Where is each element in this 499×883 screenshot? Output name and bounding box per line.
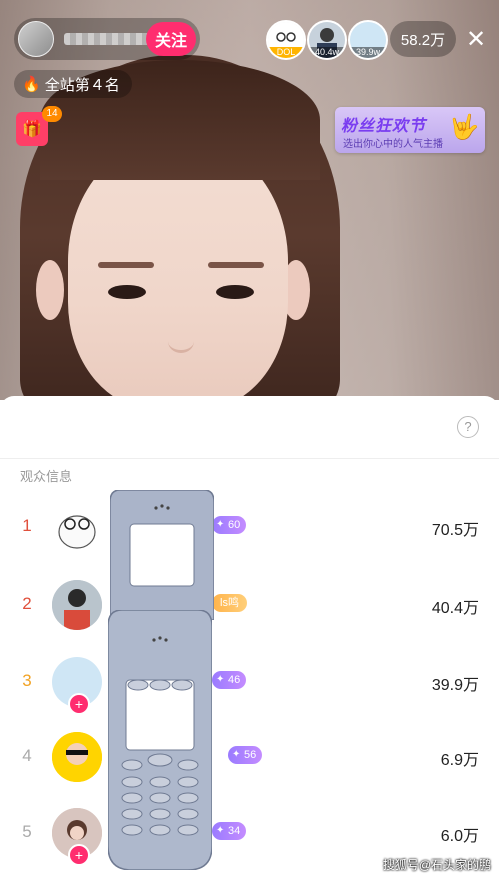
anchor-name-blurred [64, 33, 154, 45]
online-count[interactable]: 58.2万 [390, 21, 456, 57]
audience-row[interactable]: 2 ls鸣 40.4万 [0, 570, 499, 640]
top-viewer-avatar-1[interactable]: DOL [266, 20, 306, 60]
fan-festival-banner[interactable]: 粉丝狂欢节 选出你心中的人气主播 🤟 [335, 107, 485, 153]
contribution-value: 6.9万 [440, 752, 479, 769]
section-title: 观众信息 [20, 469, 73, 484]
contribution-value: 6.0万 [440, 828, 479, 845]
phone-shell-top [110, 490, 214, 620]
rank-number: 1 [22, 516, 32, 535]
divider [0, 458, 499, 459]
eyebrow-left [98, 262, 154, 268]
banner-title: 粉丝狂欢节 [341, 118, 427, 135]
rank-badge-label: 全站第４名 [44, 76, 120, 94]
top-viewer-avatar-2[interactable]: 40.4w [307, 20, 347, 60]
fire-icon: 🔥 [22, 76, 41, 93]
level-badge: 34 [212, 822, 247, 840]
add-friend-button[interactable]: + [68, 693, 90, 715]
contribution-value: 70.5万 [431, 522, 479, 539]
level-badge: 56 [228, 746, 263, 764]
level-badge: 46 [212, 671, 247, 689]
audience-row[interactable]: 3 + 46 39.9万 [0, 647, 499, 717]
level-badge: 60 [212, 516, 247, 534]
follow-button[interactable]: 关注 [146, 22, 196, 56]
close-icon[interactable]: ✕ [466, 28, 486, 52]
fan-club-badge: ls鸣 [212, 594, 247, 612]
add-friend-button[interactable]: + [68, 844, 90, 866]
audience-row[interactable]: 4 56 6.9万 [0, 722, 499, 792]
question-icon[interactable]: ? [457, 416, 479, 438]
audience-panel: ? 观众信息 1 60 70.5万 2 ls鸣 40.4万 3 + 46 39.… [0, 396, 499, 883]
top-viewer-count: 40.4w [309, 47, 345, 58]
top-viewer-avatar-3[interactable]: 39.9w [348, 20, 388, 60]
gift-badge-count: 14 [42, 106, 62, 122]
anchor-avatar[interactable] [18, 21, 54, 57]
rank-number: 3 [22, 671, 32, 690]
eyebrow-right [208, 262, 264, 268]
nose [168, 330, 194, 353]
banner-subtitle: 选出你心中的人气主播 [343, 139, 443, 150]
user-avatar[interactable] [52, 580, 102, 630]
hand-gesture-icon: 🤟 [449, 114, 479, 141]
user-avatar[interactable] [52, 502, 102, 552]
rank-number: 2 [22, 594, 32, 613]
top-viewer-tag: DOL [268, 47, 304, 58]
contribution-value: 39.9万 [431, 677, 479, 694]
streamer-ear-left [36, 260, 64, 320]
user-avatar[interactable] [52, 732, 102, 782]
rank-number: 4 [22, 746, 32, 765]
rank-badge[interactable]: 🔥 全站第４名 [14, 70, 132, 98]
rank-number: 5 [22, 822, 32, 841]
phone-shell-bottom [108, 610, 212, 870]
live-video: 关注 DOL 40.4w 39.9w 58.2万 ✕ 🔥 全站第４名 🎁 14 … [0, 0, 499, 400]
anchor-info[interactable]: 关注 [14, 18, 200, 60]
eye-right [216, 285, 254, 299]
contribution-value: 40.4万 [431, 600, 479, 617]
top-viewer-count: 39.9w [350, 47, 386, 58]
watermark: 搜狐号@石头家的鹏 [382, 858, 491, 872]
eye-left [108, 285, 146, 299]
audience-row[interactable]: 1 60 70.5万 [0, 492, 499, 562]
